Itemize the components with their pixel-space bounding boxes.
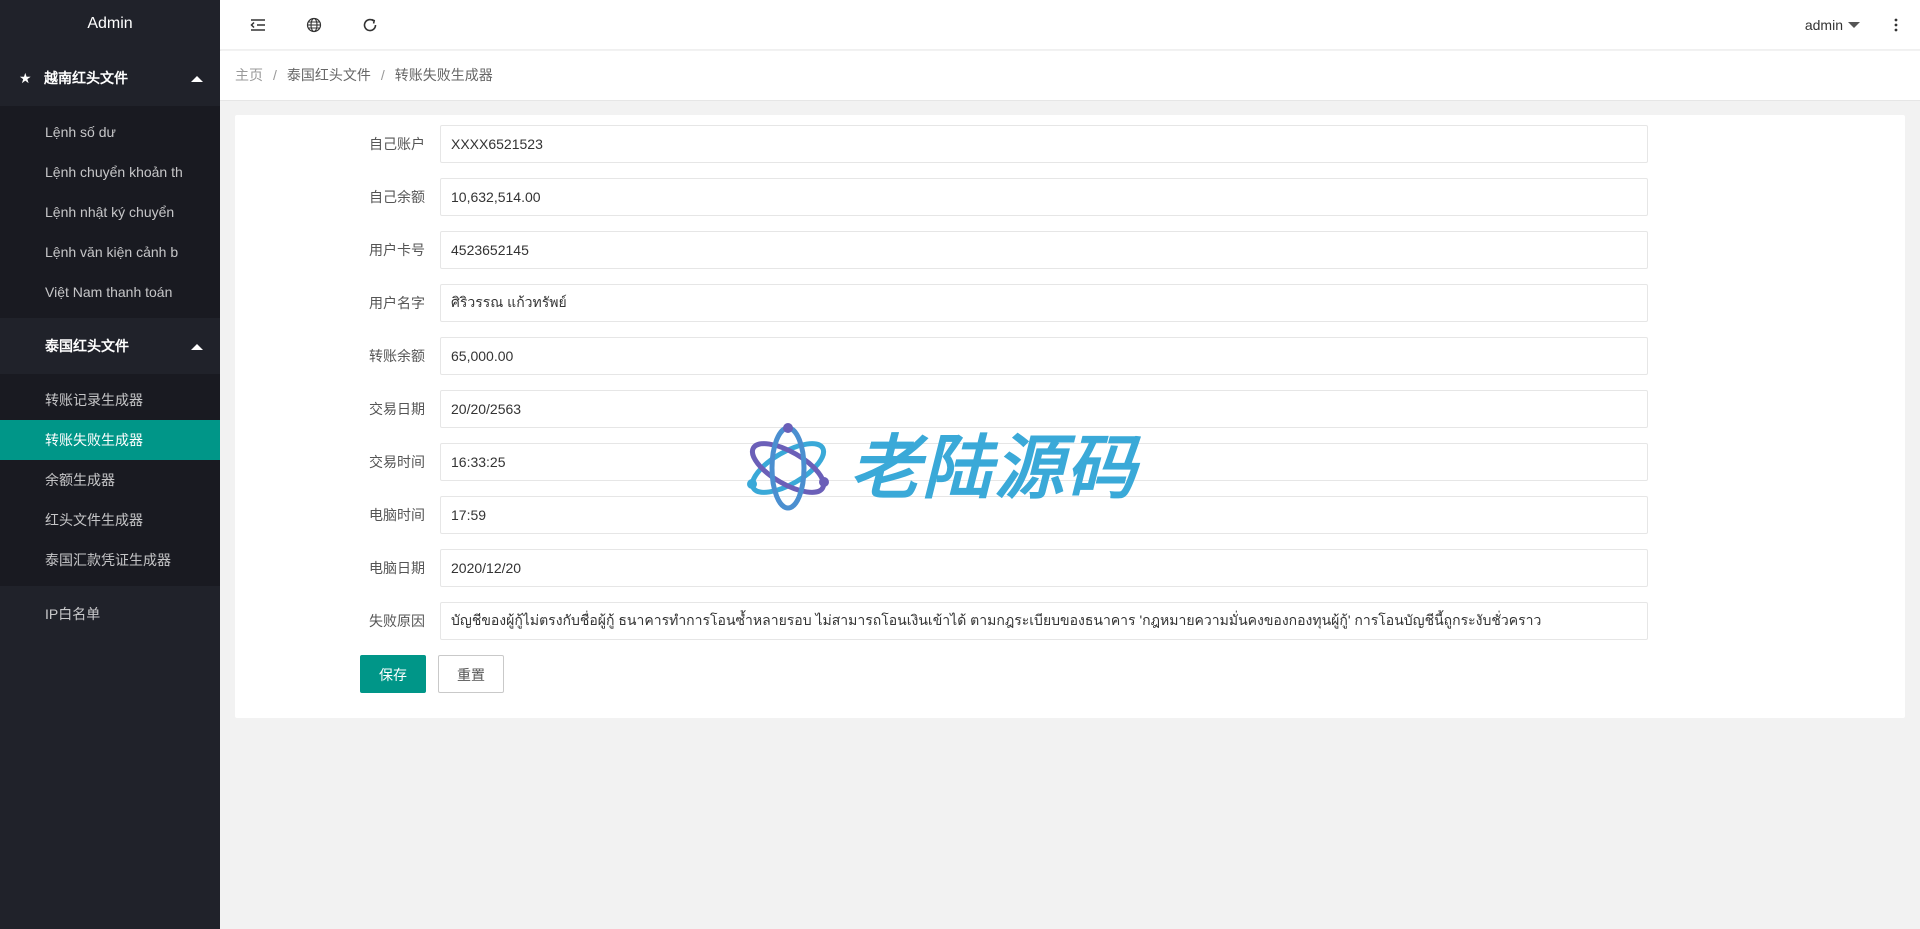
user-name-input[interactable] xyxy=(440,284,1648,322)
breadcrumb: 主页 / 泰国红头文件 / 转账失败生成器 xyxy=(220,51,1920,101)
breadcrumb-current: 转账失败生成器 xyxy=(394,67,493,83)
field-label: 电脑时间 xyxy=(369,507,425,523)
form-row-card-number: 用户卡号 xyxy=(235,231,1905,269)
save-button[interactable]: 保存 xyxy=(360,655,426,693)
form-row-transfer-amount: 转账余额 xyxy=(235,337,1905,375)
nav-group-label: 越南红头文件 xyxy=(44,70,128,86)
sidebar-item-transfer-record-generator[interactable]: 转账记录生成器 xyxy=(0,380,220,420)
form-row-user-name: 用户名字 xyxy=(235,284,1905,322)
form-card: 自己账户 自己余额 用户卡号 用户名字 转账余额 交易日期 交易时间 电脑时间 … xyxy=(235,115,1905,718)
sidebar-item-transfer-failure-generator[interactable]: 转账失败生成器 xyxy=(0,420,220,460)
nav-group-label: 泰国红头文件 xyxy=(45,338,129,354)
own-balance-input[interactable] xyxy=(440,178,1648,216)
caret-down-icon xyxy=(1848,22,1860,28)
caret-up-icon xyxy=(191,76,203,82)
reset-button[interactable]: 重置 xyxy=(438,655,504,693)
field-label: 失败原因 xyxy=(369,613,425,629)
top-header: admin xyxy=(220,0,1920,50)
sidebar-item-remittance-voucher-generator[interactable]: 泰国汇款凭证生成器 xyxy=(0,540,220,580)
failure-reason-input[interactable] xyxy=(440,602,1648,640)
menu-fold-icon[interactable] xyxy=(240,0,276,50)
star-icon: ★ xyxy=(19,70,32,86)
sidebar-item-transfer-log[interactable]: Lệnh nhật ký chuyển xyxy=(0,192,220,232)
field-label: 交易日期 xyxy=(369,401,425,417)
sidebar-item-ip-whitelist[interactable]: IP白名单 xyxy=(0,586,220,642)
form-row-failure-reason: 失败原因 xyxy=(235,602,1905,640)
form-row-computer-date: 电脑日期 xyxy=(235,549,1905,587)
breadcrumb-separator: / xyxy=(380,67,385,83)
sidebar-item-balance-generator[interactable]: 余额生成器 xyxy=(0,460,220,500)
card-number-input[interactable] xyxy=(440,231,1648,269)
form-row-own-balance: 自己余额 xyxy=(235,178,1905,216)
transfer-amount-input[interactable] xyxy=(440,337,1648,375)
more-vertical-icon[interactable] xyxy=(1884,0,1908,50)
form-row-transaction-date: 交易日期 xyxy=(235,390,1905,428)
nav-group-thailand: 泰国红头文件 转账记录生成器 转账失败生成器 余额生成器 红头文件生成器 泰国汇… xyxy=(0,318,220,586)
sidebar-item-vietnam-payment[interactable]: Việt Nam thanh toán xyxy=(0,272,220,312)
nav-group-thailand-header[interactable]: 泰国红头文件 xyxy=(0,318,220,374)
breadcrumb-separator: / xyxy=(273,67,277,83)
breadcrumb-home[interactable]: 主页 xyxy=(235,67,263,83)
form-row-own-account: 自己账户 xyxy=(235,125,1905,163)
breadcrumb-parent[interactable]: 泰国红头文件 xyxy=(287,67,371,83)
field-label: 用户卡号 xyxy=(369,242,425,258)
user-name: admin xyxy=(1804,17,1843,33)
nav-group-vietnam-header[interactable]: ★ 越南红头文件 xyxy=(0,50,220,106)
computer-date-input[interactable] xyxy=(440,549,1648,587)
field-label: 自己账户 xyxy=(369,136,425,152)
form-row-transaction-time: 交易时间 xyxy=(235,443,1905,481)
nav-sub-vietnam: Lệnh số dư Lệnh chuyển khoản th Lệnh nhậ… xyxy=(0,106,220,318)
field-label: 转账余额 xyxy=(369,348,425,364)
form-row-computer-time: 电脑时间 xyxy=(235,496,1905,534)
app-title: Admin xyxy=(0,0,220,50)
globe-icon[interactable] xyxy=(296,0,332,50)
refresh-icon[interactable] xyxy=(352,0,388,50)
field-label: 自己余额 xyxy=(369,189,425,205)
sidebar-item-red-document-generator[interactable]: 红头文件生成器 xyxy=(0,500,220,540)
user-menu[interactable]: admin xyxy=(1805,0,1860,50)
caret-up-icon xyxy=(191,344,203,350)
sidebar-item-balance-order[interactable]: Lệnh số dư xyxy=(0,112,220,152)
sidebar-item-warning-document[interactable]: Lệnh văn kiện cảnh b xyxy=(0,232,220,272)
transaction-time-input[interactable] xyxy=(440,443,1648,481)
field-label: 交易时间 xyxy=(369,454,425,470)
computer-time-input[interactable] xyxy=(440,496,1648,534)
field-label: 电脑日期 xyxy=(369,560,425,576)
sidebar-item-transfer-order[interactable]: Lệnh chuyển khoản th xyxy=(0,152,220,192)
field-label: 用户名字 xyxy=(369,295,425,311)
nav-group-vietnam: ★ 越南红头文件 Lệnh số dư Lệnh chuyển khoản th… xyxy=(0,50,220,318)
own-account-input[interactable] xyxy=(440,125,1648,163)
nav-sub-thailand: 转账记录生成器 转账失败生成器 余额生成器 红头文件生成器 泰国汇款凭证生成器 xyxy=(0,374,220,586)
sidebar: Admin ★ 越南红头文件 Lệnh số dư Lệnh chuyển kh… xyxy=(0,0,220,929)
transaction-date-input[interactable] xyxy=(440,390,1648,428)
